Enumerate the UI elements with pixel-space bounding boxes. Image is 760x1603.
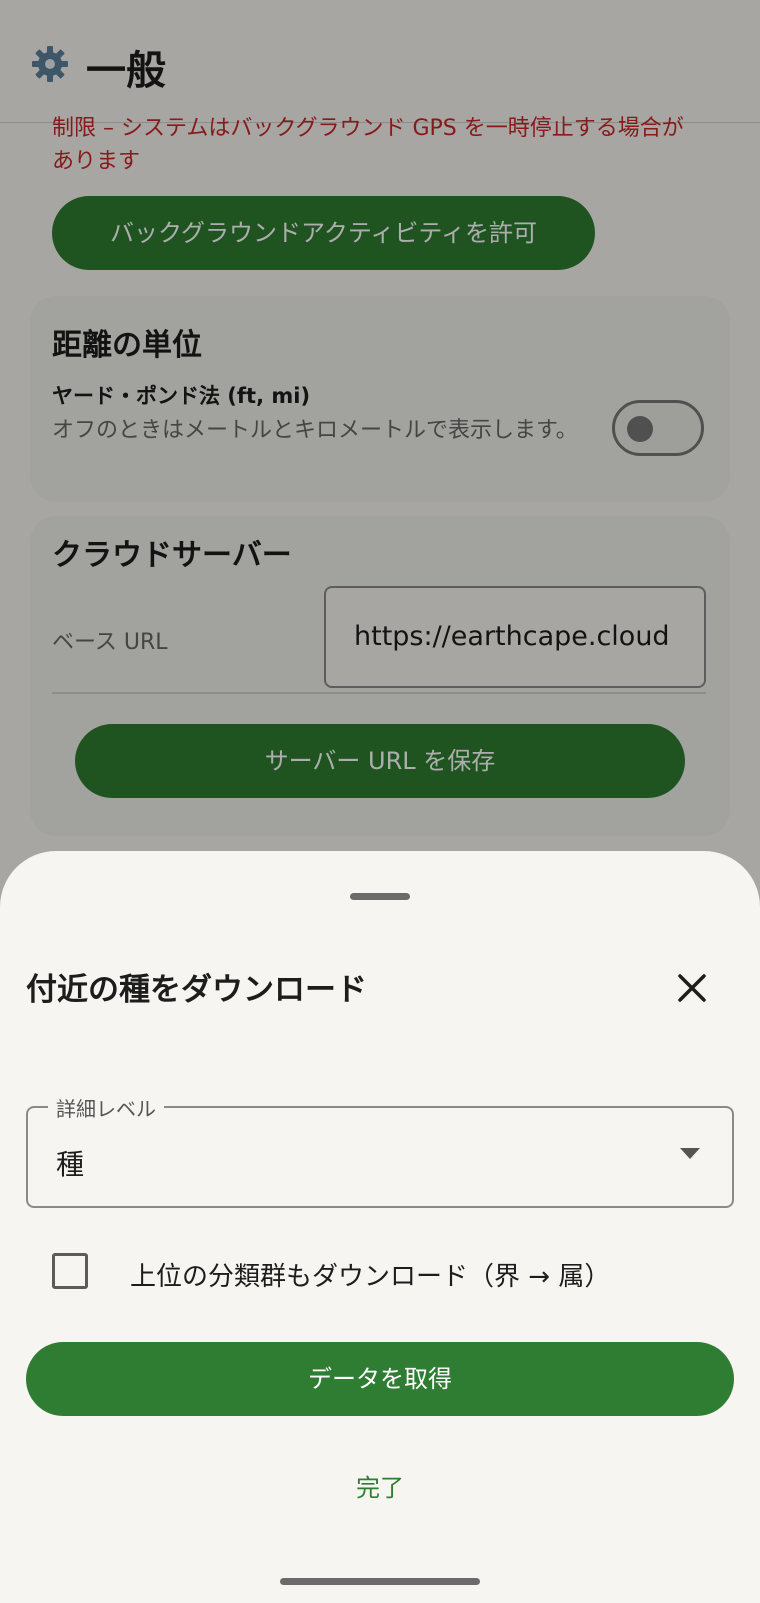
higher-taxa-checkbox-label[interactable]: 上位の分類群もダウンロード（界 → 属） xyxy=(130,1256,610,1293)
close-icon[interactable] xyxy=(672,968,712,1008)
done-button[interactable]: 完了 xyxy=(0,1468,760,1503)
chevron-down-icon[interactable] xyxy=(680,1148,700,1160)
detail-level-value: 種 xyxy=(56,1148,85,1181)
higher-taxa-checkbox[interactable] xyxy=(52,1253,88,1289)
sheet-title: 付近の種をダウンロード xyxy=(26,972,367,1008)
gesture-nav-handle[interactable] xyxy=(280,1578,480,1585)
detail-level-label: 詳細レベル xyxy=(48,1093,164,1122)
fetch-data-button[interactable]: データを取得 xyxy=(26,1342,734,1416)
sheet-drag-handle[interactable] xyxy=(350,893,410,900)
settings-screen: 一般 制限 – システムはバックグラウンド GPS を一時停止する場合があります… xyxy=(0,0,760,1603)
